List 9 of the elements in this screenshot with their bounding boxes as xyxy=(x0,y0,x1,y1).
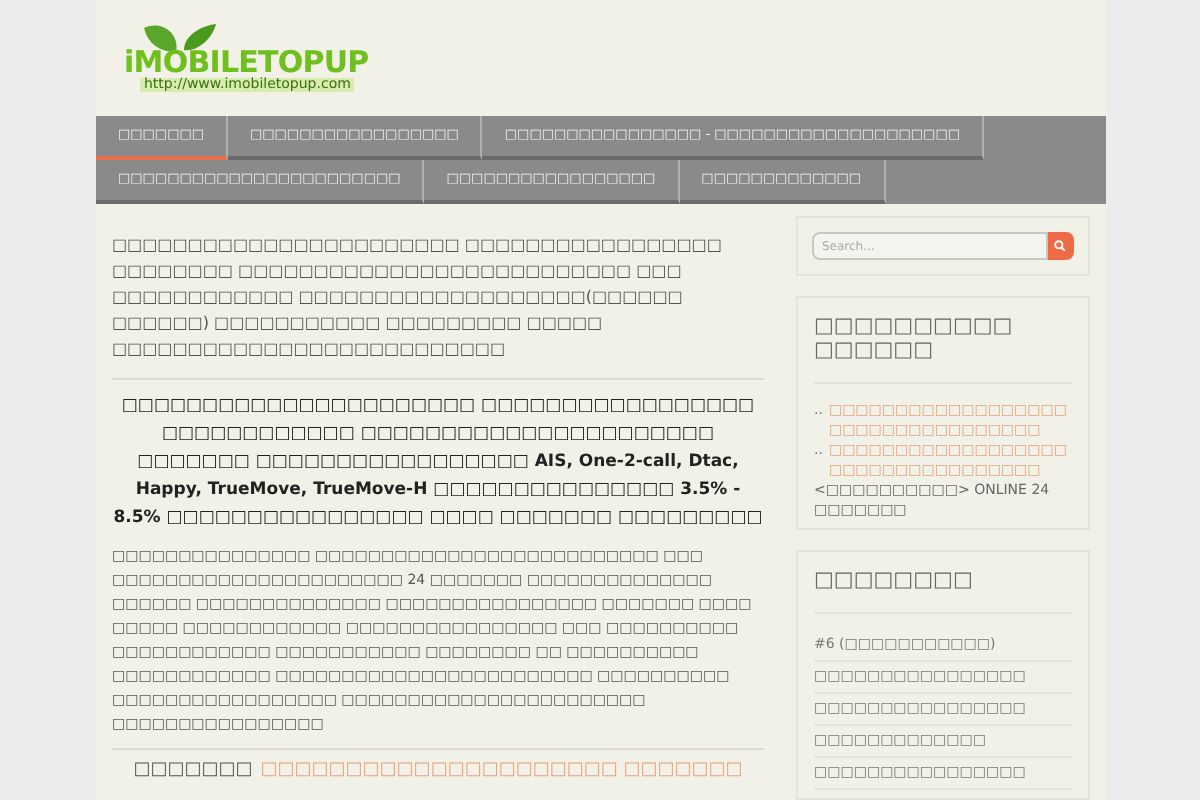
search-icon xyxy=(1054,240,1067,252)
footer-text: □□□□□□□ xyxy=(133,758,253,784)
logo-wordmark: iMOBILETOPUP xyxy=(124,48,369,78)
footer-link[interactable]: □□□□□□□□□□□□□□□□□□□□□ □□□□□□□ xyxy=(260,758,743,785)
intro-paragraph: □□□□□□□□□□□□□□□□□□□□□□□ □□□□□□□□□□□□□□□□□ □□□□□□□□ □□□□□□□□□□□□□□□□□□□□□□□□□□ □□□ □□□□□□□□□□□□ □□□□□□□□□□□□□□□□□□□(□□□□□□ □□□□□□) □□□□□□□□□□□ □□□□□□□□□ □□□□□ □□□□□□□□□□□□□□□□□□□□□□□□□□ xyxy=(112,232,764,380)
search-button[interactable] xyxy=(1047,232,1074,260)
article-heading: □□□□□□□□□□□□□□□□□□□□□□ □□□□□□□□□□□□□□□□□ □□□□□□□□□□□□ □□□□□□□□□□□□□□□□□□□□□□ □□□□□□□ □□□□□□□□□□□□□□□□□ AIS, One-2-call, Dtac, Happy, TrueMove, TrueMove-H □□□□□□□□□□□□□□□ 3.5% - 8.5% □□□□□□□□□□□□□□□□ □□□□ □□□□□□□ □□□□□□□□□ xyxy=(112,394,764,532)
widget-title: □□□□□□□□ xyxy=(814,568,1072,614)
widget-title: □□□□□□□□□□ □□□□□□ xyxy=(814,314,1072,384)
